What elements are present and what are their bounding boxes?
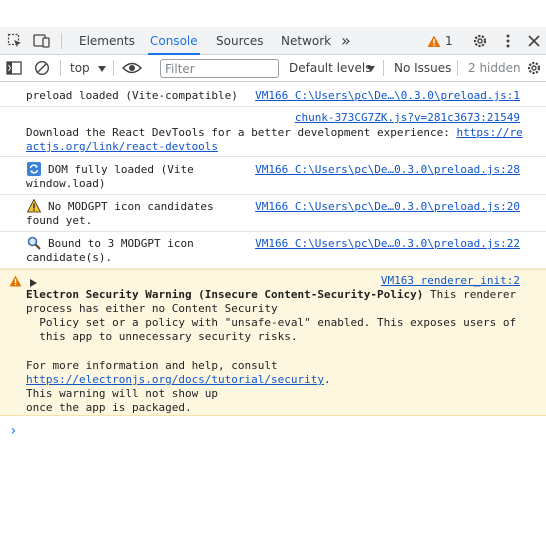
message-text: preload loaded (Vite-compatible) xyxy=(26,89,238,102)
warning-link-suffix: . xyxy=(324,373,331,386)
tab-elements[interactable]: Elements xyxy=(77,27,137,55)
context-selector-label: top xyxy=(70,61,90,75)
message-text-line2: found yet. xyxy=(26,214,93,227)
device-toolbar-icon[interactable] xyxy=(32,31,52,51)
message-text-line2: window.load) xyxy=(26,177,106,190)
warning-line1-rest: This renderer xyxy=(423,288,517,301)
console-message: No MODGPT icon candidates found yet. VM1… xyxy=(0,195,546,232)
warning-line7: This warning will not show up xyxy=(26,387,219,400)
close-icon[interactable] xyxy=(524,31,544,51)
log-levels-label: Default levels xyxy=(289,61,372,75)
warning-icon xyxy=(9,275,22,291)
magnifier-icon xyxy=(27,236,41,250)
issues-button[interactable]: No Issues xyxy=(394,55,451,82)
console-prompt[interactable]: › xyxy=(9,423,17,439)
message-text-line1: Bound to 3 MODGPT icon xyxy=(48,237,194,250)
toolbar-divider xyxy=(113,60,114,76)
toolbar-divider xyxy=(61,33,62,49)
warning-line8: once the app is packaged. xyxy=(26,401,192,414)
message-text-line1: DOM fully loaded (Vite xyxy=(48,163,194,176)
console-message: preload loaded (Vite-compatible) VM166 C… xyxy=(0,87,546,107)
devtools-tab-bar: Elements Console Sources Network » 1 xyxy=(0,27,546,55)
message-source-link[interactable]: VM166 C:\Users\pc\De…\0.3.0\preload.js:1 xyxy=(255,89,520,103)
message-source-link[interactable]: VM166 C:\Users\pc\De…0.3.0\preload.js:20 xyxy=(255,200,520,214)
react-devtools-link[interactable]: https://re xyxy=(456,126,522,139)
console-message: Bound to 3 MODGPT icon candidate(s). VM1… xyxy=(0,232,546,269)
warning-icon xyxy=(26,198,42,213)
tab-sources[interactable]: Sources xyxy=(214,27,265,55)
more-tabs-button[interactable]: » xyxy=(339,27,353,55)
settings-gear-icon[interactable] xyxy=(470,31,490,51)
message-text: Download the React DevTools for a better… xyxy=(26,126,523,140)
console-toolbar: top Default levels No Issues 2 hidden xyxy=(0,55,546,82)
warning-title: Electron Security Warning (Insecure Cont… xyxy=(26,288,424,301)
react-devtools-link-continued[interactable]: actjs.org/link/react-devtools xyxy=(26,140,218,153)
message-source-link[interactable]: VM166 C:\Users\pc\De…0.3.0\preload.js:22 xyxy=(255,237,520,251)
warning-line5: For more information and help, consult xyxy=(26,359,278,372)
window-top-blank xyxy=(0,0,546,27)
warning-count[interactable]: 1 xyxy=(443,27,455,55)
toolbar-divider xyxy=(60,60,61,76)
chevron-down-icon[interactable] xyxy=(361,59,381,79)
warning-line4: this app to unnecessary security risks. xyxy=(26,330,298,343)
console-message: DOM fully loaded (Vite window.load) VM16… xyxy=(0,158,546,195)
tab-network[interactable]: Network xyxy=(279,27,333,55)
eye-icon[interactable] xyxy=(122,58,142,78)
more-options-icon[interactable] xyxy=(498,31,518,51)
log-levels-dropdown[interactable]: Default levels xyxy=(289,55,371,82)
context-selector[interactable]: top xyxy=(70,55,90,82)
warning-line2: process has either no Content Security xyxy=(26,302,278,315)
message-source-link[interactable]: VM166 C:\Users\pc\De…0.3.0\preload.js:28 xyxy=(255,163,520,177)
message-source-link[interactable]: chunk-373CG7ZK.js?v=281c3673:21549 xyxy=(295,111,520,125)
hidden-count: 2 hidden xyxy=(468,61,521,75)
toolbar-divider xyxy=(457,60,458,76)
inspect-element-icon[interactable] xyxy=(5,31,25,51)
arrows-icon xyxy=(27,162,41,176)
security-warning-message: VM163 renderer_init:2 Electron Security … xyxy=(0,269,546,416)
filter-input[interactable] xyxy=(160,59,279,78)
warning-icon[interactable] xyxy=(427,31,441,51)
warning-line3: Policy set or a policy with "unsafe-eval… xyxy=(26,316,517,329)
warning-link-line: https://electronjs.org/docs/tutorial/sec… xyxy=(26,373,331,387)
message-text-line1: No MODGPT icon candidates xyxy=(48,200,214,213)
console-settings-gear-icon[interactable] xyxy=(524,58,544,78)
message-text-line2: candidate(s). xyxy=(26,251,113,264)
message-text-prefix: Download the React DevTools for a better… xyxy=(26,126,457,139)
electron-security-link[interactable]: https://electronjs.org/docs/tutorial/sec… xyxy=(26,373,324,386)
sidebar-toggle-icon[interactable] xyxy=(4,58,24,78)
console-message: chunk-373CG7ZK.js?v=281c3673:21549 Downl… xyxy=(0,107,546,157)
tab-console[interactable]: Console xyxy=(148,27,200,55)
message-source-link[interactable]: VM163 renderer_init:2 xyxy=(381,274,520,288)
chevron-down-icon[interactable] xyxy=(92,59,112,79)
clear-console-icon[interactable] xyxy=(32,58,52,78)
warning-line1: Electron Security Warning (Insecure Cont… xyxy=(26,288,516,302)
toolbar-divider xyxy=(383,60,384,76)
